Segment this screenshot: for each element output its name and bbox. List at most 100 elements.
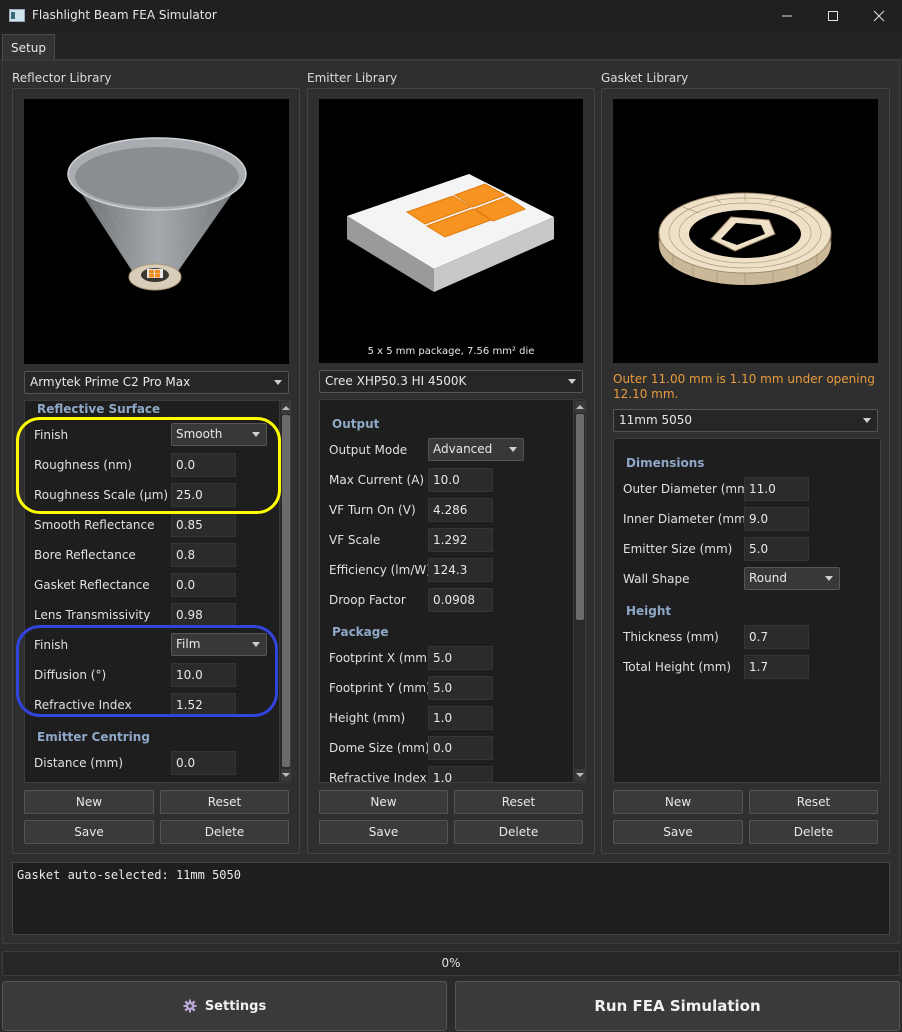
chevron-down-icon: [825, 576, 833, 581]
gasket-save-button[interactable]: Save: [613, 820, 743, 844]
footprint-y-field[interactable]: 5.0: [428, 676, 493, 700]
outer-diameter-label: Outer Diameter (mm): [623, 482, 754, 496]
distance-field[interactable]: 0.0: [171, 751, 236, 775]
reflector-select[interactable]: Armytek Prime C2 Pro Max: [24, 371, 289, 394]
chevron-down-icon: [274, 380, 282, 385]
package-header: Package: [332, 625, 389, 639]
outer-diameter-field[interactable]: 11.0: [744, 477, 809, 501]
emitter-3d-image: [347, 174, 554, 292]
bore-reflectance-label: Bore Reflectance: [34, 548, 136, 562]
output-mode-label: Output Mode: [329, 443, 408, 457]
tab-setup[interactable]: Setup: [2, 34, 55, 60]
close-button[interactable]: [856, 0, 902, 31]
emitter-library-title: Emitter Library: [307, 71, 398, 85]
gasket-warning: Outer 11.00 mm is 1.10 mm under opening …: [613, 372, 875, 401]
max-current-field[interactable]: 10.0: [428, 468, 493, 492]
droop-factor-field[interactable]: 0.0908: [428, 588, 493, 612]
emitter-reset-button[interactable]: Reset: [454, 790, 583, 814]
dome-size-label: Dome Size (mm): [329, 741, 430, 755]
smooth-reflectance-field[interactable]: 0.85: [171, 513, 236, 537]
reflector-3d-image: [67, 137, 247, 291]
footprint-x-label: Footprint X (mm): [329, 651, 432, 665]
scroll-up-icon[interactable]: [281, 402, 290, 414]
gasket-new-button[interactable]: New: [613, 790, 743, 814]
emitter-save-button[interactable]: Save: [319, 820, 448, 844]
emitter-select[interactable]: Cree XHP50.3 HI 4500K: [319, 370, 583, 393]
wall-shape-select[interactable]: Round: [744, 567, 840, 590]
emitter-new-button[interactable]: New: [319, 790, 448, 814]
max-current-label: Max Current (A): [329, 473, 425, 487]
progress-bar: 0%: [2, 951, 900, 976]
total-height-field[interactable]: 1.7: [744, 655, 809, 679]
maximize-button[interactable]: [810, 0, 856, 31]
emitter-select-value: Cree XHP50.3 HI 4500K: [325, 374, 467, 388]
wall-shape-select-value: Round: [749, 571, 787, 585]
dome-size-field[interactable]: 0.0: [428, 736, 493, 760]
lens-transmissivity-field[interactable]: 0.98: [171, 603, 236, 627]
inner-diameter-field[interactable]: 9.0: [744, 507, 809, 531]
reflective-surface-header: Reflective Surface: [37, 402, 161, 416]
wall-shape-label: Wall Shape: [623, 572, 690, 586]
bore-reflectance-field[interactable]: 0.8: [171, 543, 236, 567]
output-mode-select[interactable]: Advanced: [428, 438, 524, 461]
scroll-up-icon[interactable]: [575, 401, 585, 413]
gear-icon: [183, 999, 197, 1013]
log-output[interactable]: Gasket auto-selected: 11mm 5050: [12, 862, 890, 935]
thickness-field[interactable]: 0.7: [744, 625, 809, 649]
output-header: Output: [332, 417, 380, 431]
tab-bar: Setup: [0, 31, 902, 60]
gasket-reflectance-field[interactable]: 0.0: [171, 573, 236, 597]
vf-scale-field[interactable]: 1.292: [428, 528, 493, 552]
reflector-save-button[interactable]: Save: [24, 820, 154, 844]
minimize-icon: [782, 15, 792, 16]
total-height-label: Total Height (mm): [623, 660, 732, 674]
gasket-3d-image: [658, 192, 832, 285]
height-field[interactable]: 1.0: [428, 706, 493, 730]
reflector-reset-button[interactable]: Reset: [160, 790, 289, 814]
scroll-thumb[interactable]: [576, 414, 584, 620]
chevron-down-icon: [509, 447, 517, 452]
footprint-x-field[interactable]: 5.0: [428, 646, 493, 670]
gasket-preview: [613, 99, 878, 363]
efficiency-field[interactable]: 124.3: [428, 558, 493, 582]
emitter-centring-header: Emitter Centring: [37, 730, 150, 744]
reflector-new-button[interactable]: New: [24, 790, 154, 814]
distance-label: Distance (mm): [34, 756, 124, 770]
scroll-down-icon[interactable]: [575, 769, 585, 781]
gasket-select-value: 11mm 5050: [619, 413, 693, 427]
reflector-preview: [24, 99, 289, 364]
output-mode-select-value: Advanced: [433, 442, 493, 456]
emitter-refractive-index-field[interactable]: 1.0: [428, 766, 493, 782]
reflector-delete-button[interactable]: Delete: [160, 820, 289, 844]
gasket-reflectance-label: Gasket Reflectance: [34, 578, 150, 592]
title-bar: Flashlight Beam FEA Simulator: [0, 0, 902, 31]
minimize-button[interactable]: [764, 0, 810, 31]
yellow-highlight: [16, 417, 281, 514]
emitter-properties-panel: Output Output Mode Advanced Max Current …: [319, 399, 586, 783]
gasket-reset-button[interactable]: Reset: [749, 790, 878, 814]
scroll-down-icon[interactable]: [281, 769, 290, 781]
emitter-scrollbar[interactable]: [573, 400, 585, 782]
settings-button[interactable]: Settings: [2, 981, 447, 1031]
reflector-select-value: Armytek Prime C2 Pro Max: [30, 375, 191, 389]
dimensions-header: Dimensions: [626, 456, 705, 470]
progress-text: 0%: [441, 956, 461, 970]
blue-highlight: [16, 625, 278, 717]
emitter-delete-button[interactable]: Delete: [454, 820, 583, 844]
gasket-properties-panel: Dimensions Outer Diameter (mm) 11.0 Inne…: [613, 438, 881, 783]
vf-scale-label: VF Scale: [329, 533, 381, 547]
chevron-down-icon: [568, 379, 576, 384]
vf-turn-on-field[interactable]: 4.286: [428, 498, 493, 522]
settings-label: Settings: [204, 998, 267, 1014]
run-simulation-button[interactable]: Run FEA Simulation: [455, 981, 900, 1031]
scroll-thumb[interactable]: [282, 415, 290, 767]
log-line: Gasket auto-selected: 11mm 5050: [17, 868, 241, 882]
thickness-label: Thickness (mm): [623, 630, 719, 644]
emitter-size-field[interactable]: 5.0: [744, 537, 809, 561]
gasket-delete-button[interactable]: Delete: [749, 820, 878, 844]
emitter-preview: 5 x 5 mm package, 7.56 mm² die: [319, 99, 583, 363]
emitter-caption: 5 x 5 mm package, 7.56 mm² die: [367, 346, 535, 357]
gasket-library-title: Gasket Library: [601, 71, 689, 85]
chevron-down-icon: [863, 418, 871, 423]
gasket-select[interactable]: 11mm 5050: [613, 409, 878, 432]
